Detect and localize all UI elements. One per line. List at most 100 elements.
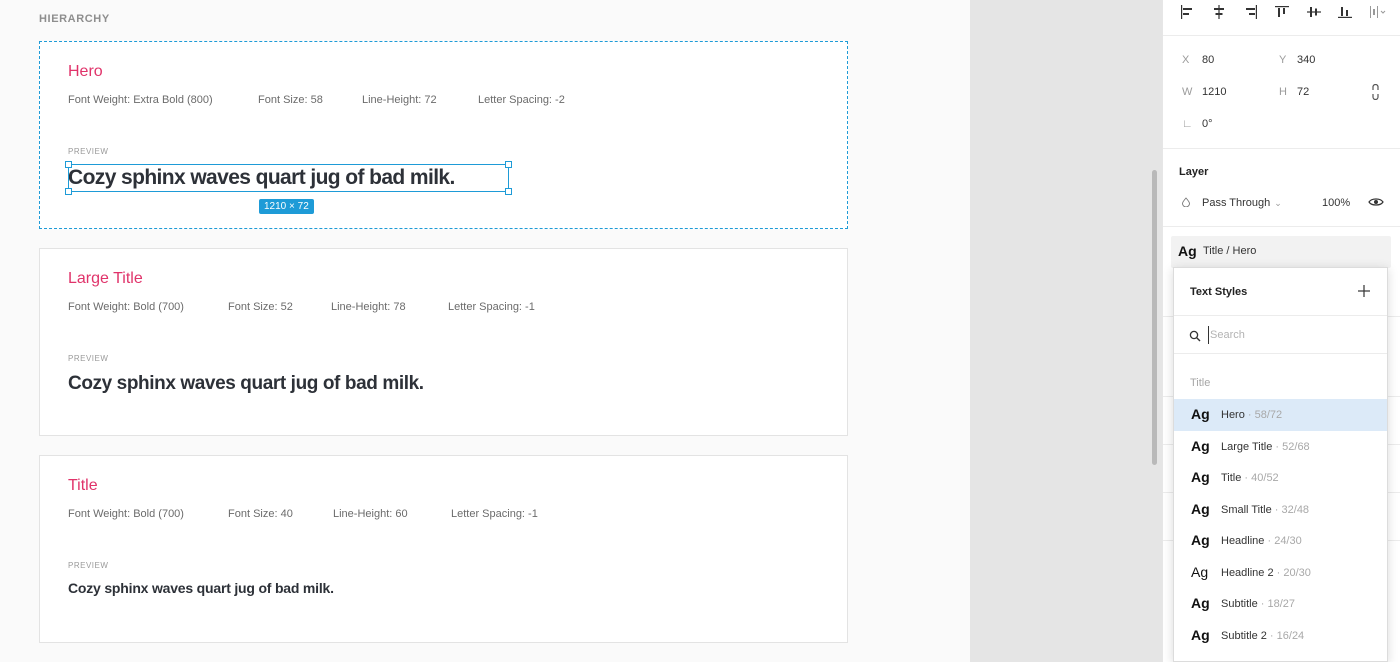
list-item-hero[interactable]: Ag Hero · 58/72 [1174, 399, 1387, 431]
style-card-title[interactable]: Title Font Weight: Bold (700) Font Size:… [39, 455, 848, 643]
x-input[interactable]: 80 [1202, 54, 1214, 66]
item-spec: · 52/68 [1272, 440, 1310, 453]
blend-mode-select[interactable]: Pass Through ⌄ [1202, 197, 1282, 209]
ag-icon: Ag [1191, 626, 1210, 643]
style-card-large-title[interactable]: Large Title Font Weight: Bold (700) Font… [39, 248, 848, 436]
ag-icon: Ag [1191, 500, 1210, 517]
spec-line-height: Line-Height: 78 [331, 301, 406, 313]
item-spec: · 24/30 [1264, 535, 1302, 547]
list-item-large-title[interactable]: Ag Large Title · 52/68 [1174, 431, 1387, 463]
item-name: Subtitle 2 [1221, 629, 1267, 642]
card-title: Hero [68, 63, 103, 80]
h-label: H [1279, 86, 1287, 98]
item-name: Subtitle [1221, 598, 1258, 610]
text-style-ag-icon: Ag [1178, 243, 1197, 259]
opacity-input[interactable]: 100% [1322, 197, 1350, 209]
y-label: Y [1279, 54, 1287, 66]
search-input[interactable] [1208, 326, 1373, 344]
w-input[interactable]: 1210 [1202, 86, 1226, 98]
dropdown-header: Text Styles [1174, 268, 1387, 316]
item-spec: · 18/27 [1257, 598, 1296, 610]
list-item-subtitle-2[interactable]: Ag Subtitle 2 · 16/24 [1174, 620, 1387, 652]
preview-label: PREVIEW [68, 561, 109, 570]
item-spec: · 58/72 [1244, 409, 1283, 421]
item-name: Title [1221, 472, 1242, 484]
blend-mode-value: Pass Through [1202, 197, 1271, 209]
rotation-input[interactable]: 0° [1202, 118, 1213, 130]
spec-letter-spacing: Letter Spacing: -1 [448, 301, 535, 313]
item-name: Headline [1221, 535, 1265, 547]
item-name: Hero [1221, 409, 1245, 421]
ag-icon: Ag [1191, 563, 1209, 580]
item-label: Hero · 58/72 [1221, 409, 1282, 421]
chevron-down-icon: ⌄ [1274, 198, 1282, 208]
resize-handle-bottom-left[interactable] [65, 188, 72, 195]
constrain-proportions-icon[interactable] [1371, 84, 1380, 100]
dropdown-title: Text Styles [1190, 286, 1248, 298]
scrollbar[interactable] [1152, 170, 1157, 465]
text-style-list: Ag Hero · 58/72 Ag Large Title · 52/68 A… [1174, 399, 1387, 652]
item-spec: · 32/48 [1271, 503, 1310, 516]
list-item-small-title[interactable]: Ag Small Title · 32/48 [1174, 494, 1387, 526]
item-label: Title · 40/52 [1221, 472, 1279, 484]
text-styles-dropdown: Text Styles Title Ag Hero · 58/72 Ag Lar… [1173, 267, 1388, 662]
section-label: HIERARCHY [39, 13, 110, 25]
align-top-icon[interactable] [1275, 5, 1289, 19]
blend-mode-icon [1182, 197, 1190, 207]
spec-line-height: Line-Height: 60 [333, 508, 408, 520]
design-canvas[interactable]: HIERARCHY Hero Font Weight: Extra Bold (… [0, 0, 970, 662]
list-item-title[interactable]: Ag Title · 40/52 [1174, 462, 1387, 494]
card-title: Title [68, 477, 98, 494]
preview-text[interactable]: Cozy sphinx waves quart jug of bad milk. [68, 373, 424, 395]
ag-icon: Ag [1191, 532, 1210, 548]
y-input[interactable]: 340 [1297, 54, 1315, 66]
item-spec: · 20/30 [1273, 566, 1311, 579]
h-input[interactable]: 72 [1297, 86, 1309, 98]
style-card-hero[interactable]: Hero Font Weight: Extra Bold (800) Font … [39, 41, 848, 229]
item-spec: · 16/24 [1266, 629, 1305, 642]
text-style-selector[interactable]: Ag Title / Hero [1171, 236, 1391, 268]
text-style-name: Title / Hero [1203, 245, 1257, 257]
align-bottom-icon[interactable] [1338, 5, 1352, 19]
group-label: Title [1190, 377, 1211, 389]
list-item-headline[interactable]: Ag Headline · 24/30 [1174, 525, 1387, 557]
divider [1163, 226, 1400, 227]
list-item-headline-2[interactable]: Ag Headline 2 · 20/30 [1174, 557, 1387, 589]
alignment-toolbar [1163, 0, 1400, 36]
spec-font-weight: Font Weight: Bold (700) [68, 301, 184, 313]
dropdown-search [1174, 316, 1387, 354]
align-horizontal-center-icon[interactable] [1212, 5, 1226, 19]
preview-label: PREVIEW [68, 354, 109, 363]
spec-font-size: Font Size: 40 [228, 508, 293, 520]
canvas-background [970, 0, 1162, 662]
list-item-subtitle[interactable]: Ag Subtitle · 18/27 [1174, 588, 1387, 620]
selection-box[interactable] [65, 161, 512, 195]
resize-handle-top-left[interactable] [65, 161, 72, 168]
ag-icon: Ag [1191, 595, 1210, 611]
plus-icon[interactable] [1357, 284, 1371, 298]
resize-handle-bottom-right[interactable] [505, 188, 512, 195]
rotation-label: ∟ [1182, 118, 1193, 130]
card-title: Large Title [68, 270, 143, 287]
preview-label: PREVIEW [68, 147, 109, 156]
spec-letter-spacing: Letter Spacing: -2 [478, 94, 565, 106]
preview-text[interactable]: Cozy sphinx waves quart jug of bad milk. [68, 580, 334, 596]
align-right-icon[interactable] [1244, 5, 1258, 19]
resize-handle-top-right[interactable] [505, 161, 512, 168]
spec-font-weight: Font Weight: Bold (700) [68, 508, 184, 520]
layer-section-title: Layer [1179, 166, 1209, 178]
spec-font-weight: Font Weight: Extra Bold (800) [68, 94, 213, 106]
item-label: Headline 2 · 20/30 [1221, 567, 1311, 579]
item-label: Large Title · 52/68 [1221, 441, 1310, 453]
search-icon [1189, 330, 1201, 342]
align-left-icon[interactable] [1180, 5, 1194, 19]
item-label: Subtitle 2 · 16/24 [1221, 630, 1304, 642]
distribute-icon[interactable] [1369, 5, 1387, 19]
spec-letter-spacing: Letter Spacing: -1 [451, 508, 538, 520]
eye-icon[interactable] [1368, 195, 1384, 209]
x-label: X [1182, 54, 1190, 66]
spec-line-height: Line-Height: 72 [362, 94, 437, 106]
align-vertical-center-icon[interactable] [1307, 5, 1321, 19]
item-spec: · 40/52 [1241, 472, 1279, 484]
spec-font-size: Font Size: 58 [258, 94, 323, 106]
